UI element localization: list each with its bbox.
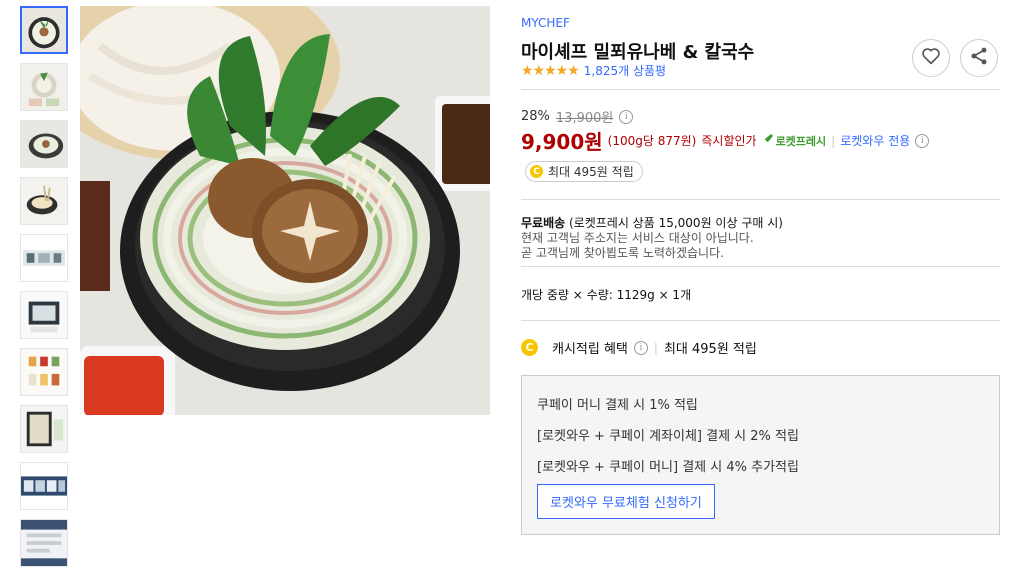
shipping-soon: 곧 고객님께 찾아뵙도록 노력하겠습니다.	[521, 246, 724, 260]
thumbnail-6[interactable]	[20, 291, 68, 339]
wishlist-button[interactable]	[912, 39, 950, 77]
share-icon	[969, 46, 989, 70]
divider	[521, 320, 1000, 321]
discount-rate: 28%	[521, 109, 550, 124]
rocket-wow-trial-button[interactable]: 로켓와우 무료체험 신청하기	[537, 484, 715, 519]
divider	[521, 89, 1000, 90]
divider	[521, 199, 1000, 200]
cashback-label: 캐시적립 혜택	[552, 342, 628, 357]
cash-badge-text: 최대 495원 적립	[548, 165, 634, 179]
thumbnail-list	[20, 6, 70, 576]
thumbnail-8[interactable]	[20, 405, 68, 453]
coin-icon: C	[530, 165, 543, 178]
share-button[interactable]	[960, 39, 998, 77]
separator: |	[653, 340, 658, 355]
cash-badge: C 최대 495원 적립	[525, 161, 643, 182]
thumbnail-2[interactable]	[20, 63, 68, 111]
instant-discount-label: 즉시할인가	[701, 134, 757, 148]
main-product-image[interactable]	[80, 6, 490, 415]
cashback-benefits-box: 쿠페이 머니 결제 시 1% 적립 [로켓와우 + 쿠페이 계좌이체] 결제 시…	[521, 375, 1000, 535]
thumbnail-4[interactable]	[20, 177, 68, 225]
sale-price: 9,900원	[521, 130, 603, 154]
unit-price: (100g당 877원)	[607, 134, 697, 148]
rating: ★★★★★ 1,825개 상품평	[521, 62, 666, 79]
discount-row: 28% 13,900원 i	[521, 107, 634, 126]
heart-icon	[921, 47, 941, 69]
brand-link[interactable]: MYCHEF	[521, 16, 570, 30]
info-icon[interactable]: i	[619, 109, 634, 124]
rating-stars: ★★★★★	[521, 62, 580, 79]
rocket-fresh-badge: 로켓프레시	[762, 133, 827, 149]
thumbnail-9[interactable]	[20, 462, 68, 510]
weight-quantity: 개당 중량 × 수량: 1129g × 1개	[521, 288, 692, 302]
separator: |	[831, 133, 836, 148]
divider	[521, 266, 1000, 267]
thumbnail-3[interactable]	[20, 120, 68, 168]
thumbnail-10[interactable]	[20, 519, 68, 567]
thumbnail-1[interactable]	[20, 6, 68, 54]
price-row: 9,900원 (100g당 877원) 즉시할인가 로켓프레시 | 로켓와우 전…	[521, 126, 930, 155]
benefit-line: [로켓와우 + 쿠페이 계좌이체] 결제 시 2% 적립	[537, 429, 799, 444]
thumbnail-5[interactable]	[20, 234, 68, 282]
cashback-row: C 캐시적립 혜택 i | 최대 495원 적립	[521, 338, 757, 357]
thumbnail-7[interactable]	[20, 348, 68, 396]
benefit-line: [로켓와우 + 쿠페이 머니] 결제 시 4% 추가적립	[537, 460, 799, 475]
cashback-max: 최대 495원 적립	[663, 342, 757, 357]
rocket-wow-only: 로켓와우 전용	[840, 134, 911, 148]
rocket-icon	[762, 133, 774, 148]
benefit-line: 쿠페이 머니 결제 시 1% 적립	[537, 398, 698, 413]
review-count-link[interactable]: 1,825개 상품평	[584, 62, 666, 79]
rocket-fresh-label: 로켓프레시	[775, 134, 827, 148]
free-shipping-detail: (로켓프레시 상품 15,000원 이상 구매 시)	[565, 216, 783, 230]
info-icon[interactable]: i	[633, 340, 648, 355]
coin-icon: C	[521, 339, 538, 356]
free-shipping-label: 무료배송	[521, 216, 566, 230]
info-icon[interactable]: i	[915, 133, 930, 148]
original-price: 13,900원	[555, 111, 614, 126]
product-title: 마이셰프 밀푀유나베 & 칼국수	[521, 42, 755, 63]
